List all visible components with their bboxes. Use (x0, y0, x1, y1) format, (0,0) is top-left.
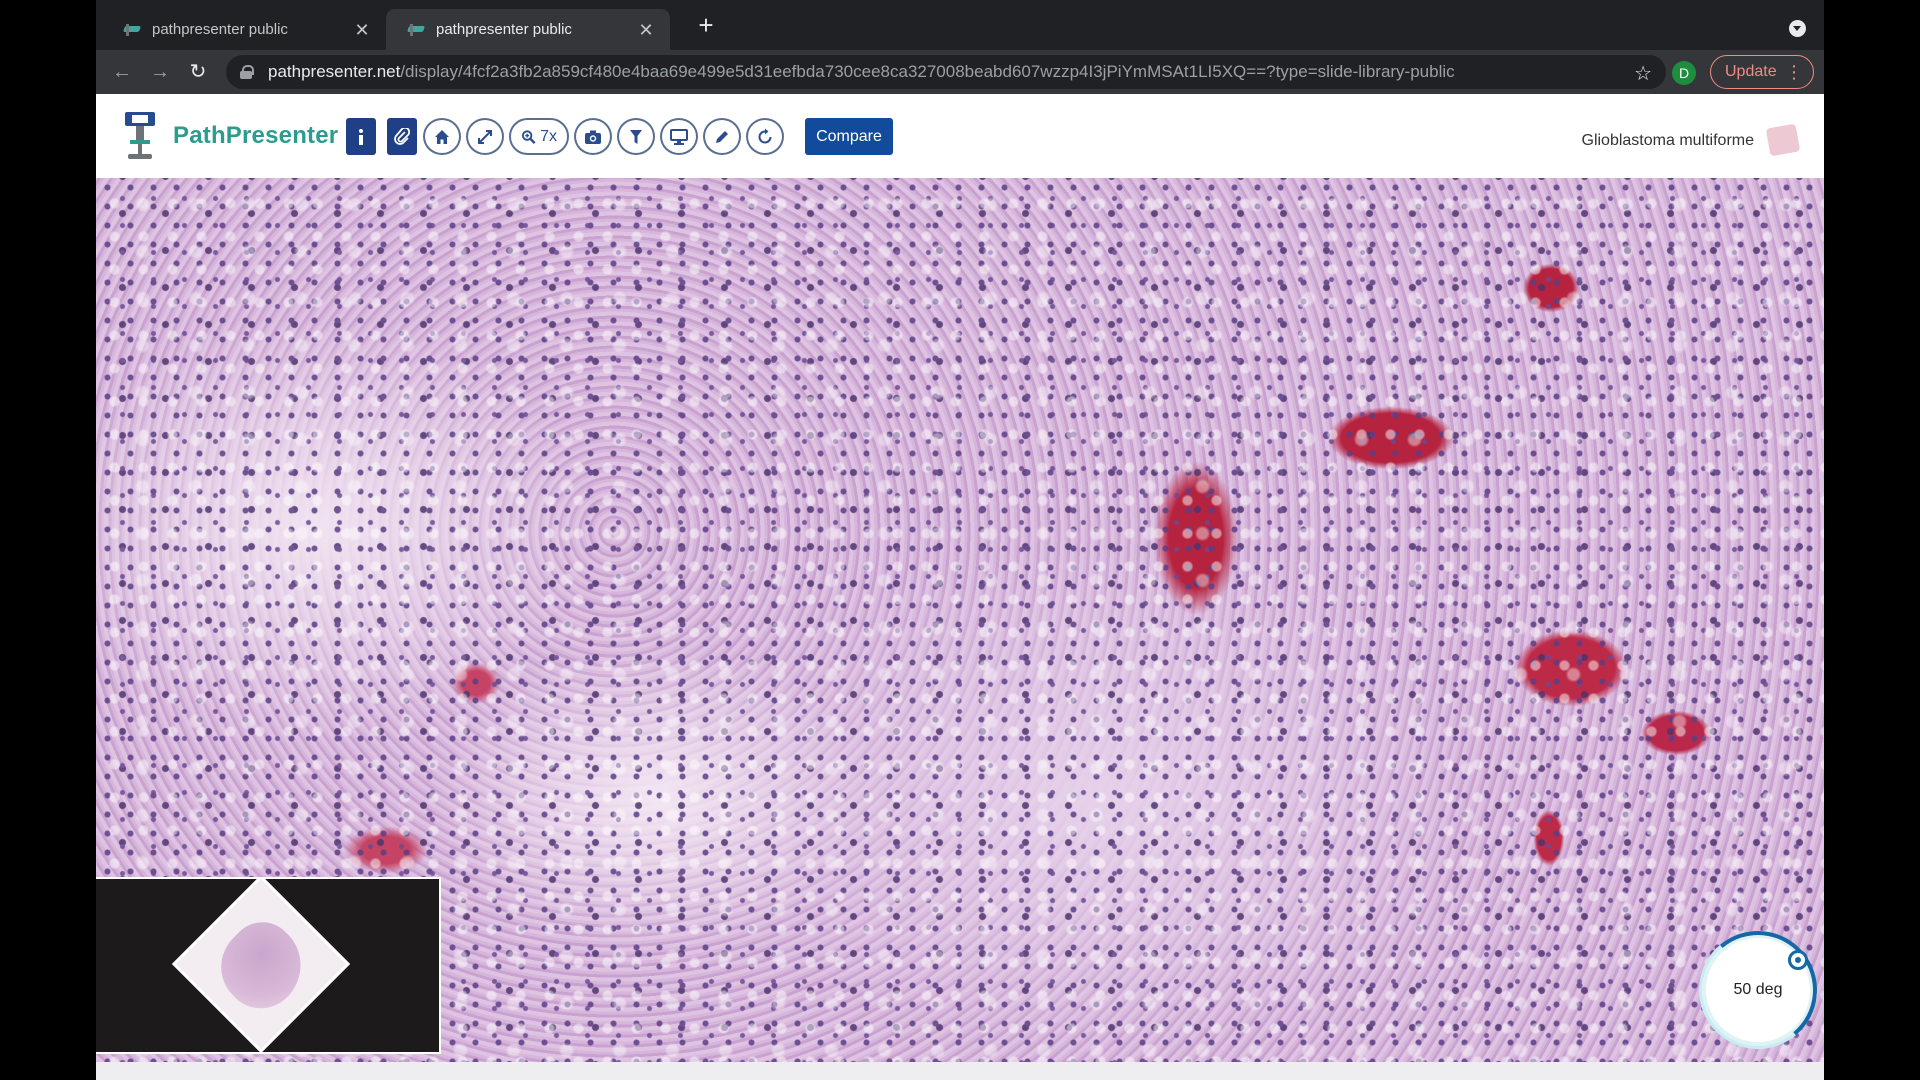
info-icon (359, 128, 363, 145)
zoom-level-label: 7x (540, 127, 557, 145)
home-icon (435, 129, 449, 144)
reload-icon[interactable]: ↻ (186, 60, 210, 84)
back-arrow-icon[interactable]: ← (110, 60, 134, 84)
filter-button[interactable] (617, 118, 655, 155)
address-bar[interactable]: pathpresenter.net/display/4fcf2a3fb2a859… (226, 55, 1666, 89)
paperclip-icon (394, 127, 410, 145)
rotate-icon (758, 128, 772, 143)
slide-title: Glioblastoma multiforme (1581, 132, 1755, 149)
brand-name: PathPresenter (173, 122, 339, 149)
fullscreen-button[interactable] (466, 118, 504, 155)
lock-icon[interactable] (240, 65, 254, 79)
update-label: Update (1725, 63, 1777, 80)
monitor-icon (670, 128, 688, 145)
profile-avatar[interactable]: D (1672, 61, 1696, 85)
attachments-button[interactable] (387, 118, 417, 155)
rotation-label: 50 deg (1733, 981, 1783, 998)
annotate-button[interactable] (703, 118, 741, 155)
slide-thumbnail[interactable] (1765, 123, 1801, 157)
rotation-knob[interactable] (1788, 950, 1808, 970)
forward-arrow-icon[interactable]: → (148, 60, 172, 84)
screen: pathpresenter public ✕ pathpresenter pub… (96, 0, 1824, 1080)
rotate-button[interactable] (746, 118, 784, 155)
tab-close-icon[interactable]: ✕ (636, 20, 656, 40)
compare-button[interactable]: Compare (805, 118, 893, 155)
minimap-slide-thumbnail[interactable] (171, 879, 351, 1052)
present-button[interactable] (660, 118, 698, 155)
browser-tab-2[interactable]: pathpresenter public ✕ (386, 9, 670, 50)
new-tab-plus-icon[interactable]: + (694, 12, 718, 38)
url-text[interactable]: pathpresenter.net/display/4fcf2a3fb2a859… (268, 62, 1666, 82)
zoom-level-button[interactable]: 7x (509, 118, 569, 155)
url-host: pathpresenter.net (268, 62, 401, 81)
filter-icon (630, 129, 642, 144)
info-button[interactable] (346, 118, 376, 155)
browser-toolbar: ← → ↻ pathpresenter.net/display/4fcf2a3f… (96, 50, 1824, 94)
bookmark-star-icon[interactable]: ☆ (1634, 61, 1652, 86)
camera-icon (585, 130, 601, 144)
more-menu-icon[interactable]: ⋮ (1785, 62, 1803, 83)
pathpresenter-favicon-icon (408, 23, 426, 36)
tab-title: pathpresenter public (436, 21, 572, 38)
bottom-status-strip (96, 1062, 1824, 1080)
home-button[interactable] (423, 118, 461, 155)
pathpresenter-favicon-icon (124, 23, 142, 36)
url-path: /display/4fcf2a3fb2a859cf480e4baa69e499e… (400, 62, 1455, 81)
tab-title: pathpresenter public (152, 21, 288, 38)
app-header: PathPresenter 7x Compare Glioblastoma mu… (96, 94, 1824, 178)
tab-search-chevron-icon[interactable] (1789, 20, 1806, 37)
zoom-icon (521, 129, 536, 144)
slide-navigator-minimap[interactable] (96, 877, 441, 1054)
expand-icon (478, 129, 492, 144)
pathpresenter-logo-icon (125, 112, 155, 159)
pencil-icon (716, 130, 728, 143)
snapshot-button[interactable] (574, 118, 612, 155)
browser-tab-strip: pathpresenter public ✕ pathpresenter pub… (96, 0, 1824, 50)
browser-tab-1[interactable]: pathpresenter public ✕ (102, 9, 386, 50)
tab-close-icon[interactable]: ✕ (352, 20, 372, 40)
update-button[interactable]: Update ⋮ (1710, 55, 1814, 89)
rotation-dial[interactable]: 50 deg (1702, 934, 1814, 1046)
